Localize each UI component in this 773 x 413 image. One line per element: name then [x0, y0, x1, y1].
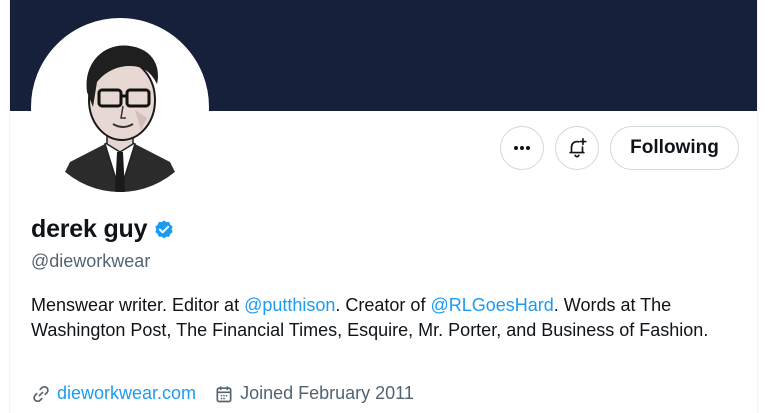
- profile-avatar[interactable]: [31, 18, 209, 196]
- following-label: Following: [630, 137, 719, 158]
- joined-item: Joined February 2011: [214, 383, 414, 404]
- notifications-button[interactable]: [555, 126, 599, 170]
- bell-plus-icon: [569, 138, 587, 158]
- profile-meta: dieworkwear.com Joined February 2011: [31, 383, 432, 404]
- more-button[interactable]: [500, 126, 544, 170]
- bio-link-putthison[interactable]: @putthison: [244, 295, 335, 315]
- calendar-icon: [216, 386, 232, 402]
- more-horizontal-icon: [514, 146, 530, 150]
- profile-bio: Menswear writer. Editor at @putthison. C…: [31, 293, 731, 343]
- website-link[interactable]: dieworkwear.com: [57, 383, 196, 404]
- bio-link-rlgoeshard[interactable]: @RLGoesHard: [430, 295, 553, 315]
- website-item: dieworkwear.com: [31, 383, 196, 404]
- joined-date: Joined February 2011: [240, 383, 414, 403]
- profile-handle: @dieworkwear: [31, 251, 151, 271]
- following-button[interactable]: Following: [610, 126, 739, 170]
- link-icon: [33, 385, 49, 402]
- profile-name-row: derek guy: [31, 215, 175, 244]
- bio-text: Menswear writer. Editor at: [31, 295, 245, 315]
- profile-name: derek guy: [31, 215, 148, 243]
- bio-text: . Creator of: [335, 295, 431, 315]
- profile-header: Following derek guy @dieworkwear Menswea…: [9, 0, 758, 413]
- avatar-illustration: [35, 22, 205, 192]
- verified-badge-icon[interactable]: [153, 219, 175, 241]
